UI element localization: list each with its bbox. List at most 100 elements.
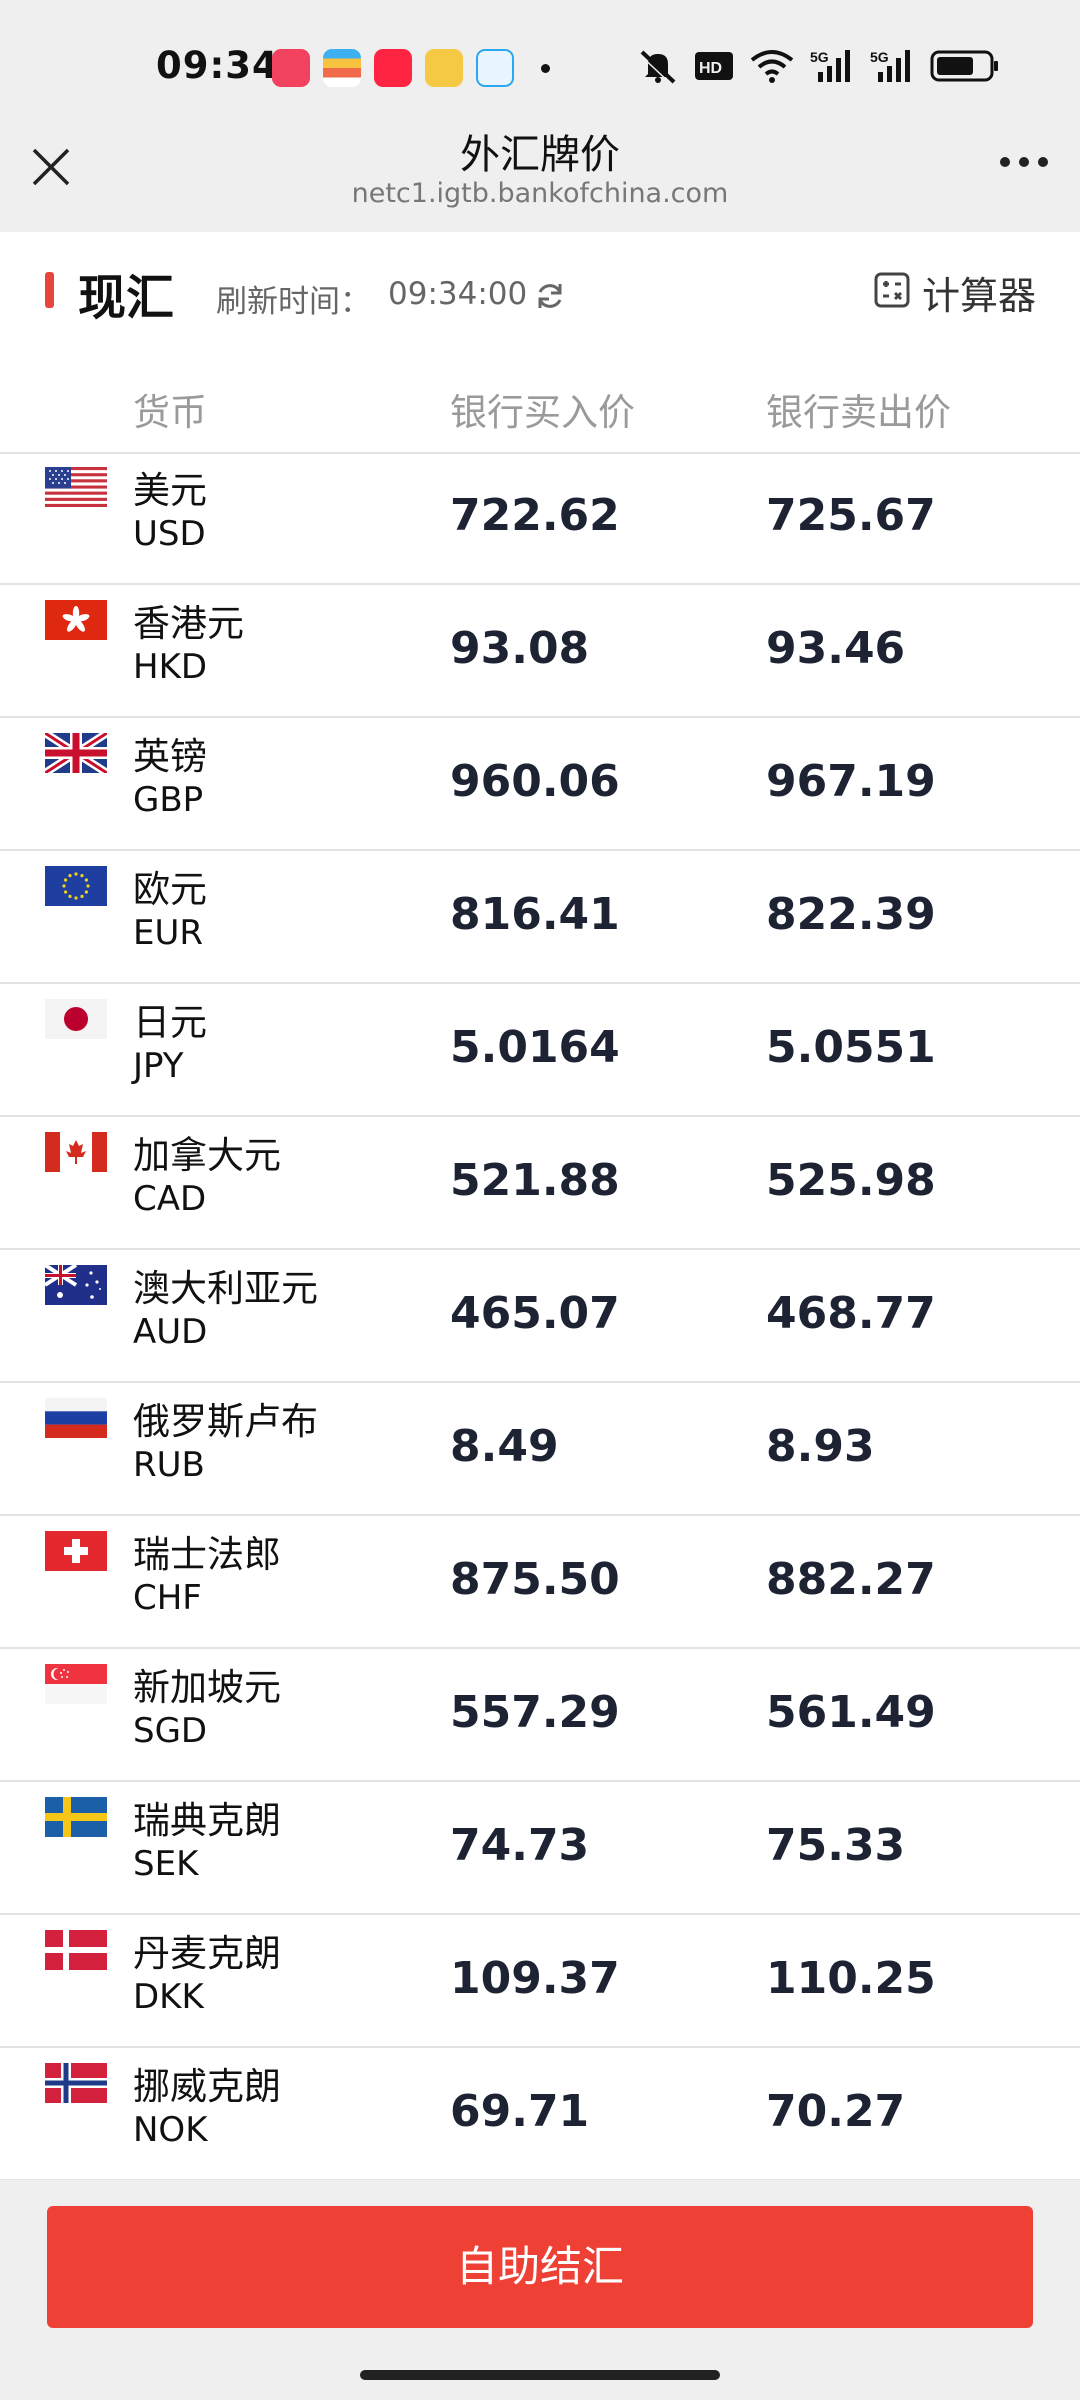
table-row[interactable]: 日元 JPY 5.0164 5.0551 xyxy=(0,984,1080,1117)
column-header-buy: 银行买入价 xyxy=(450,391,635,434)
section-title: 现汇 xyxy=(78,270,175,326)
currency-code: RUB xyxy=(133,1445,205,1485)
ca-flag-icon xyxy=(45,1132,107,1172)
currency-code: GBP xyxy=(133,780,204,820)
currency-code: NOK xyxy=(133,2110,208,2150)
table-row[interactable]: 欧元 EUR 816.41 822.39 xyxy=(0,851,1080,984)
mute-icon xyxy=(638,48,678,84)
svg-text:5G: 5G xyxy=(810,49,829,65)
currency-code: AUD xyxy=(133,1312,208,1352)
calculator-label: 计算器 xyxy=(921,273,1036,318)
buy-price: 722.62 xyxy=(450,490,620,541)
sell-price: 725.67 xyxy=(766,490,936,541)
au-flag-icon xyxy=(43,1263,107,1305)
system-icons: HD 5G 5G xyxy=(622,46,1000,86)
ch-flag-icon xyxy=(45,1531,107,1571)
buy-price: 465.07 xyxy=(450,1288,620,1339)
sell-price: 93.46 xyxy=(766,623,906,674)
buy-price: 8.49 xyxy=(450,1421,559,1472)
table-row[interactable]: 瑞典克朗 SEK 74.73 75.33 xyxy=(0,1782,1080,1915)
sell-price: 822.39 xyxy=(766,889,936,940)
table-row[interactable]: 加拿大元 CAD 521.88 525.98 xyxy=(0,1117,1080,1250)
currency-name: 日元 xyxy=(133,1001,207,1044)
table-row[interactable]: 英镑 GBP 960.06 967.19 xyxy=(0,718,1080,851)
currency-name: 瑞士法郎 xyxy=(133,1533,281,1576)
buy-price: 5.0164 xyxy=(450,1022,620,1073)
currency-name: 挪威克朗 xyxy=(133,2065,281,2108)
table-row[interactable]: 澳大利亚元 AUD 465.07 468.77 xyxy=(0,1250,1080,1383)
table-row[interactable]: 美元 USD 722.62 725.67 xyxy=(0,452,1080,585)
bottom-action-bar: 自助结汇 xyxy=(0,2180,1080,2400)
table-row[interactable]: 俄罗斯卢布 RUB 8.49 8.93 xyxy=(0,1383,1080,1516)
table-row[interactable]: 丹麦克朗 DKK 109.37 110.25 xyxy=(0,1915,1080,2048)
currency-name: 澳大利亚元 xyxy=(133,1267,318,1310)
currency-name: 丹麦克朗 xyxy=(133,1932,281,1975)
us-flag-icon xyxy=(45,467,107,507)
sell-price: 525.98 xyxy=(766,1155,936,1206)
wifi-icon xyxy=(750,48,794,84)
calculator-icon xyxy=(874,272,910,312)
hd-icon: HD xyxy=(694,50,734,82)
sell-price: 561.49 xyxy=(766,1687,936,1738)
section-header: 现汇 刷新时间： 09:34:00 计算器 xyxy=(0,232,1080,352)
dk-flag-icon xyxy=(45,1930,107,1970)
section-accent-bar xyxy=(45,272,54,308)
currency-name: 俄罗斯卢布 xyxy=(133,1400,318,1443)
sell-price: 75.33 xyxy=(766,1820,906,1871)
currency-code: DKK xyxy=(133,1977,204,2017)
sell-price: 882.27 xyxy=(766,1554,936,1605)
buy-price: 816.41 xyxy=(450,889,620,940)
more-options-icon[interactable] xyxy=(998,154,1050,168)
currency-name: 新加坡元 xyxy=(133,1666,281,1709)
music-app-icon xyxy=(272,49,310,87)
column-header-sell: 银行卖出价 xyxy=(766,391,951,434)
sell-price: 110.25 xyxy=(766,1953,936,2004)
uk-flag-icon xyxy=(42,729,110,777)
eu-flag-icon xyxy=(45,866,107,906)
notification-icons xyxy=(272,48,550,88)
refresh-icon[interactable] xyxy=(534,280,566,312)
svg-text:5G: 5G xyxy=(870,49,889,65)
currency-name: 英镑 xyxy=(133,735,207,778)
xiaohongshu-app-icon xyxy=(374,49,412,87)
buy-price: 93.08 xyxy=(450,623,590,674)
currency-name: 瑞典克朗 xyxy=(133,1799,281,1842)
currency-name: 美元 xyxy=(133,469,207,512)
column-header-currency: 货币 xyxy=(133,391,207,434)
currency-code: USD xyxy=(133,514,206,554)
svg-text:HD: HD xyxy=(699,60,722,77)
rates-table: 美元 USD 722.62 725.67 香港元 HKD 93.08 93.46… xyxy=(0,452,1080,2181)
chat-app-icon xyxy=(476,49,514,87)
currency-code: CAD xyxy=(133,1179,207,1219)
table-row[interactable]: 瑞士法郎 CHF 875.50 882.27 xyxy=(0,1516,1080,1649)
calculator-button[interactable]: 计算器 xyxy=(874,262,1036,322)
self-service-exchange-button[interactable]: 自助结汇 xyxy=(47,2206,1033,2328)
wallet-app-icon xyxy=(323,49,361,87)
jp-flag-icon xyxy=(45,999,107,1039)
currency-code: EUR xyxy=(133,913,203,953)
currency-code: SGD xyxy=(133,1711,208,1751)
buy-price: 557.29 xyxy=(450,1687,620,1738)
hk-flag-icon xyxy=(45,600,107,640)
table-row[interactable]: 香港元 HKD 93.08 93.46 xyxy=(0,585,1080,718)
currency-name: 加拿大元 xyxy=(133,1134,281,1177)
currency-name: 欧元 xyxy=(133,868,207,911)
currency-code: SEK xyxy=(133,1844,199,1884)
signal-5g-icon: 5G xyxy=(810,48,854,84)
table-header: 货币 银行买入价 银行卖出价 xyxy=(0,352,1080,454)
sell-price: 5.0551 xyxy=(766,1022,936,1073)
page-title: 外汇牌价 xyxy=(460,132,620,178)
sell-price: 468.77 xyxy=(766,1288,936,1339)
currency-code: CHF xyxy=(133,1578,202,1618)
home-indicator[interactable] xyxy=(360,2370,720,2380)
refresh-time: 09:34:00 xyxy=(388,276,528,312)
table-row[interactable]: 新加坡元 SGD 557.29 561.49 xyxy=(0,1649,1080,1782)
navigation-bar: 外汇牌价 netc1.igtb.bankofchina.com xyxy=(0,132,1080,232)
buy-price: 875.50 xyxy=(450,1554,620,1605)
signal-5g-icon: 5G xyxy=(870,48,914,84)
status-bar: 09:34 HD 5G 5G xyxy=(0,0,1080,136)
table-row[interactable]: 挪威克朗 NOK 69.71 70.27 xyxy=(0,2048,1080,2181)
battery-icon xyxy=(930,49,1000,83)
currency-code: HKD xyxy=(133,647,208,687)
no-flag-icon xyxy=(45,2063,107,2103)
